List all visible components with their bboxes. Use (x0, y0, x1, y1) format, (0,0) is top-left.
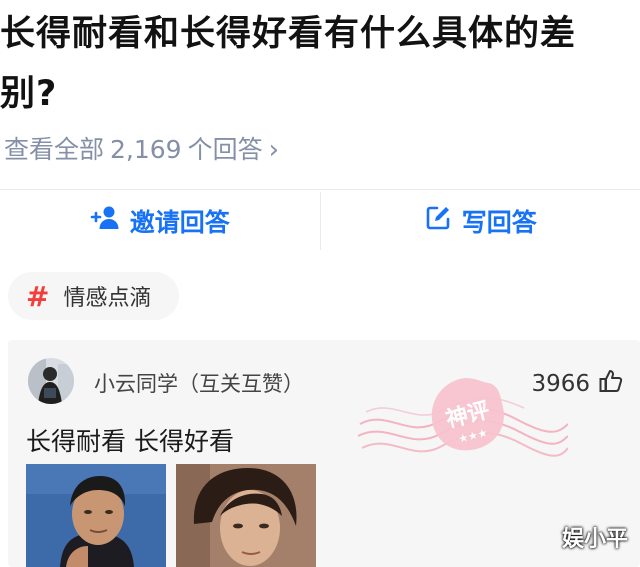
hash-icon: # (26, 279, 50, 313)
invite-answer-label: 邀请回答 (129, 208, 230, 237)
answer-image-2[interactable] (176, 464, 316, 567)
answer-unit: 个回答 (187, 135, 263, 164)
username[interactable]: 小云同学（互关互赞） (94, 368, 304, 398)
answer-image-1[interactable] (26, 464, 166, 567)
avatar[interactable] (28, 358, 74, 404)
topic-tag-label: 情感点滴 (63, 286, 152, 311)
view-all-label: 查看全部 (4, 135, 105, 164)
edit-icon (424, 204, 452, 238)
write-answer-label: 写回答 (461, 208, 537, 237)
question-title: 长得耐看和长得好看有什么具体的差别? (0, 14, 577, 114)
add-user-icon (90, 205, 120, 237)
invite-answer-button[interactable]: 邀请回答 (0, 190, 320, 252)
thumbs-up-icon (598, 368, 624, 400)
action-bar: 邀请回答 写回答 (0, 190, 640, 252)
watermark: 娱小平 (561, 527, 628, 552)
answer-count: 2,169 (110, 135, 182, 164)
like-button[interactable]: 3966 (531, 368, 624, 400)
like-count: 3966 (531, 371, 590, 397)
answer-card[interactable]: 小云同学（互关互赞） 神评 ★★★ 3966 长得耐看 长得好看 (8, 340, 640, 567)
chevron-right-icon: › (268, 135, 280, 165)
view-all-answers-link[interactable]: 查看全部 2,169 个回答 › (4, 130, 279, 170)
write-answer-button[interactable]: 写回答 (321, 190, 640, 252)
topic-tag[interactable]: # 情感点滴 (8, 272, 180, 320)
answer-text: 长得耐看 长得好看 (26, 427, 234, 456)
